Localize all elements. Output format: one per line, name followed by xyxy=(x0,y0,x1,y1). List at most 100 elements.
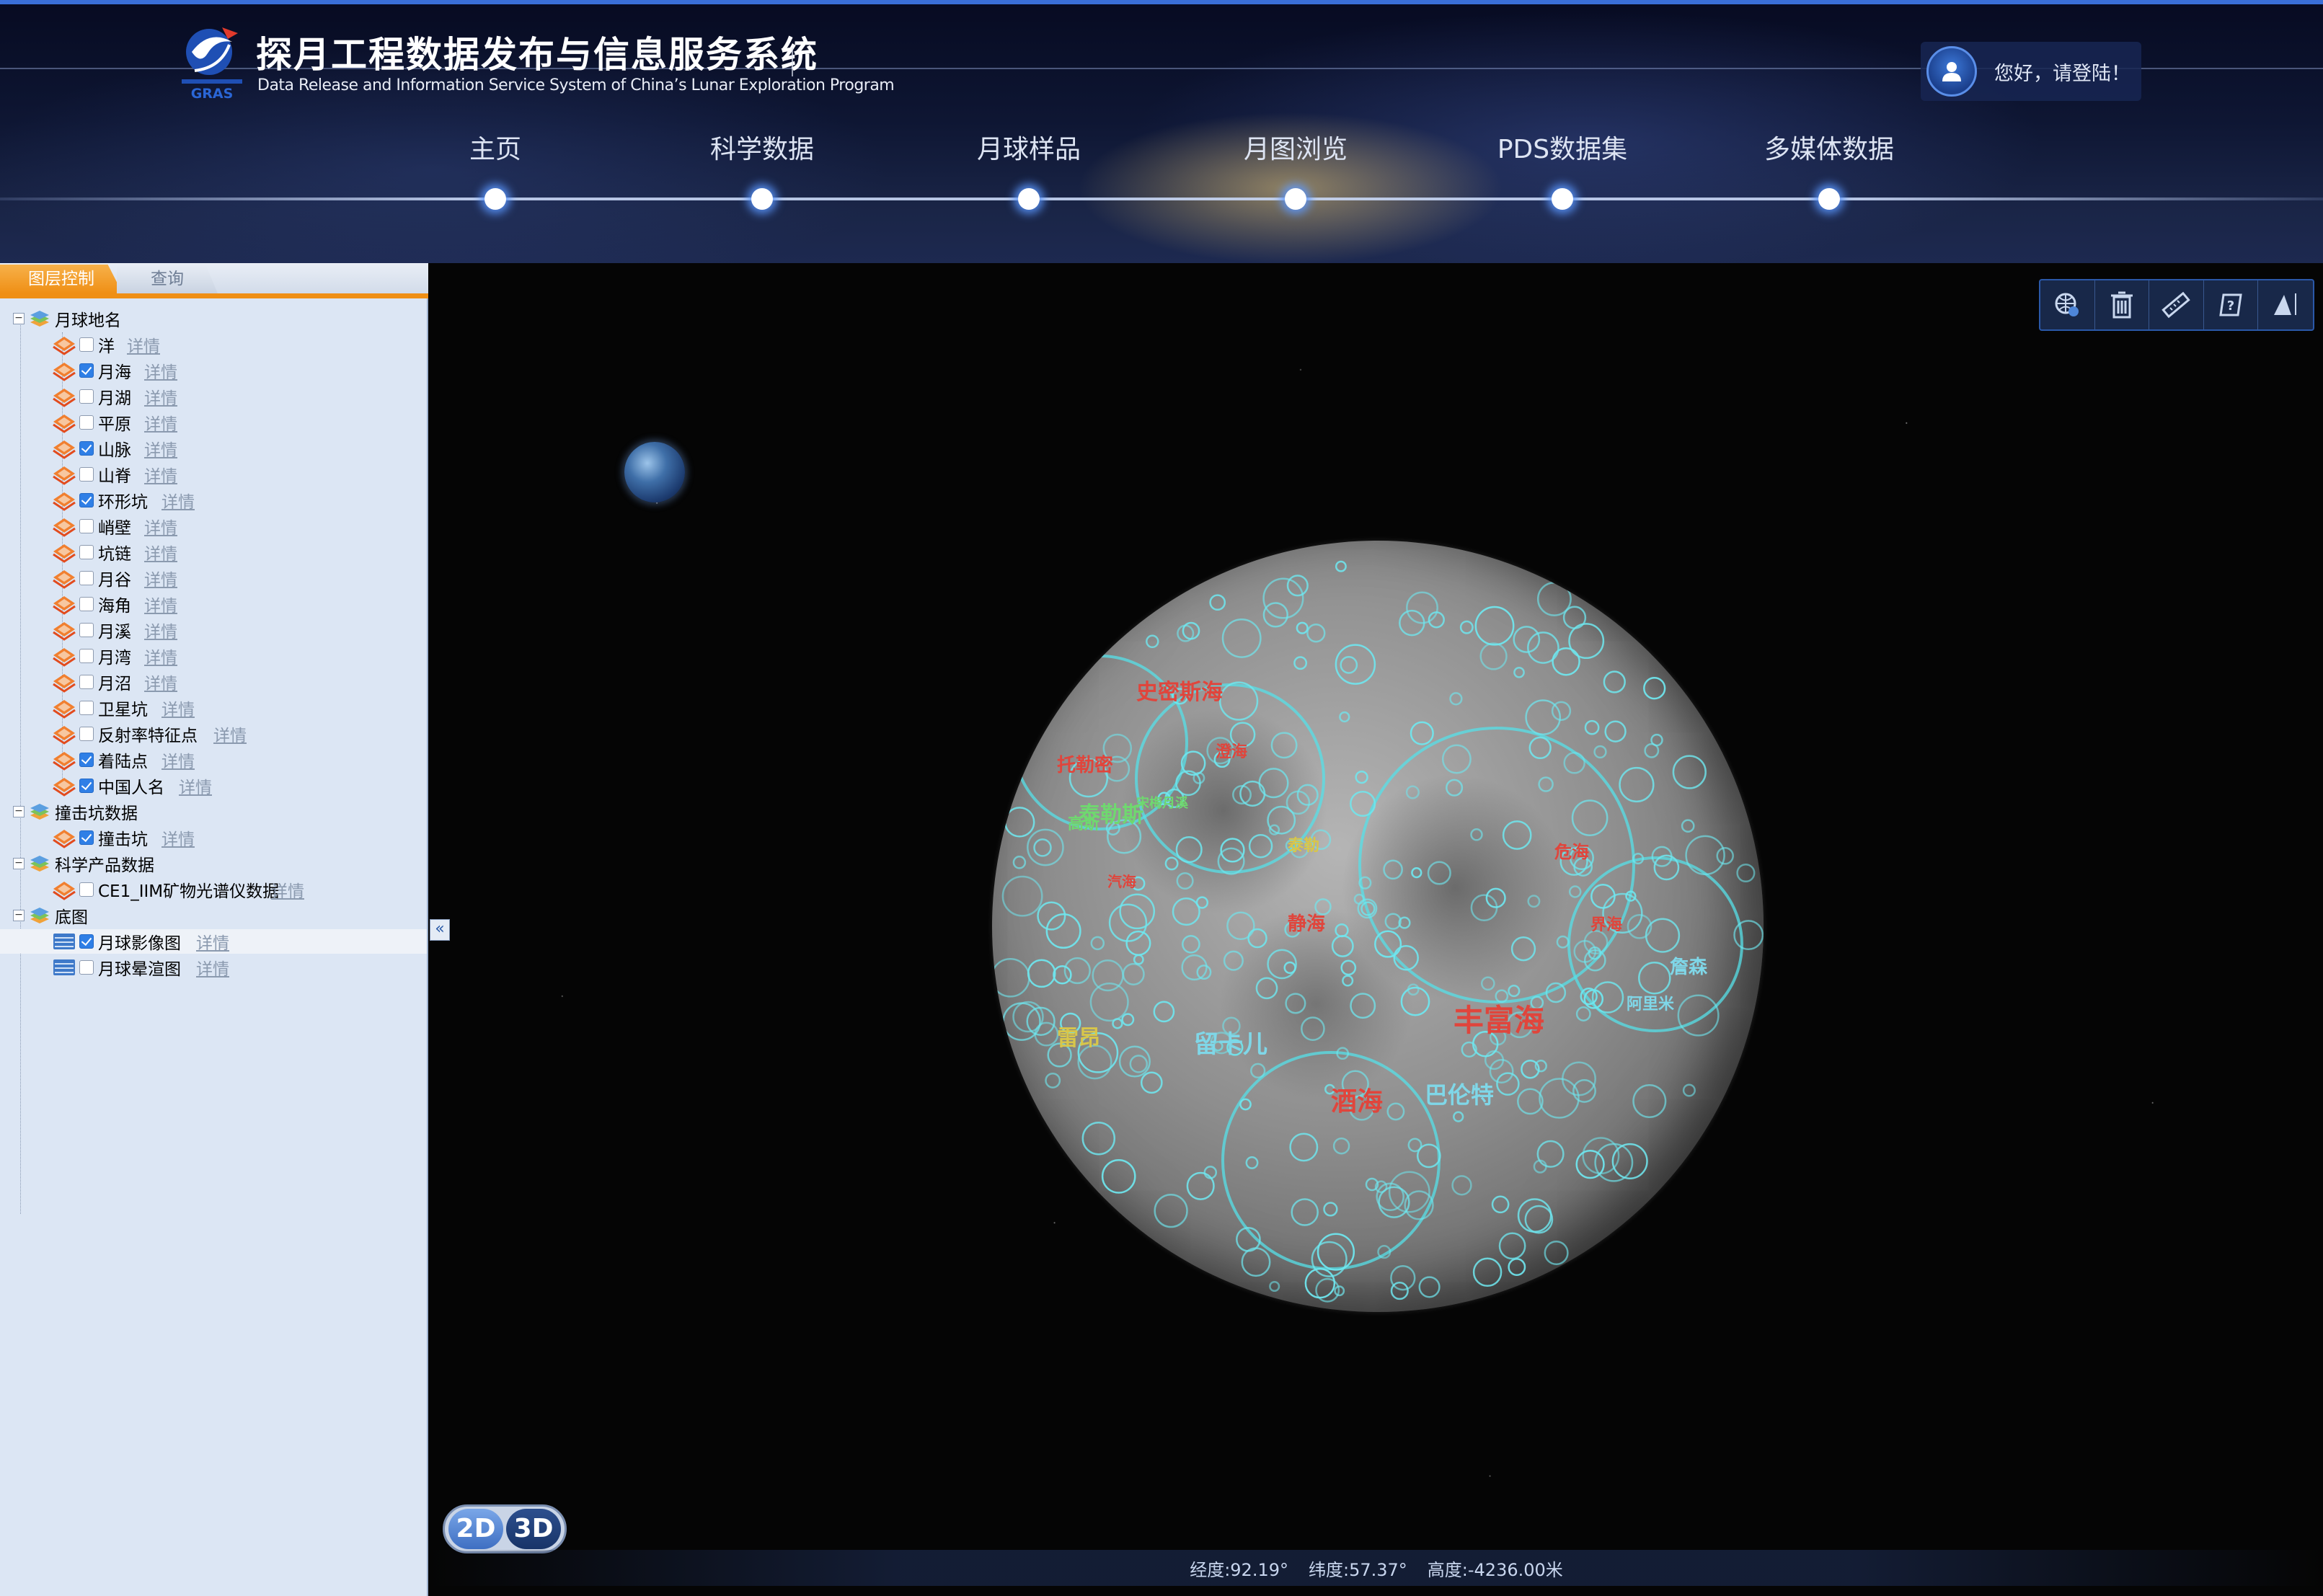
help-icon[interactable]: ? xyxy=(2204,280,2259,329)
layer-detail-link[interactable]: 详情 xyxy=(144,358,177,383)
layer-label[interactable]: 月溪 xyxy=(98,618,131,642)
crater-outline[interactable] xyxy=(1153,1001,1175,1023)
crater-outline[interactable] xyxy=(1644,742,1660,758)
crater-outline[interactable] xyxy=(1255,977,1278,1000)
layer-visibility-checkbox[interactable] xyxy=(79,441,94,456)
crater-outline[interactable] xyxy=(1685,835,1725,876)
moon-feature-label[interactable]: 巴伦特 xyxy=(1425,1081,1494,1109)
crater-outline[interactable] xyxy=(1296,621,1309,634)
crater-outline[interactable] xyxy=(1335,923,1349,938)
crater-outline[interactable] xyxy=(1513,666,1525,678)
crater-outline[interactable] xyxy=(1682,1083,1696,1097)
crater-outline[interactable] xyxy=(1176,872,1194,890)
layer-label[interactable]: 峭壁 xyxy=(98,514,131,538)
crater-outline[interactable] xyxy=(1045,1072,1061,1089)
crater-outline[interactable] xyxy=(992,957,1030,998)
layer-detail-link[interactable]: 详情 xyxy=(144,436,177,461)
crater-outline[interactable] xyxy=(1539,1078,1580,1119)
tree-layer-item[interactable]: 卫星坑 详情 xyxy=(0,696,427,720)
crater-outline[interactable] xyxy=(1112,1018,1123,1029)
layer-detail-link[interactable]: 详情 xyxy=(144,410,177,435)
crater-outline[interactable] xyxy=(1001,875,1043,917)
crater-outline[interactable] xyxy=(1301,1016,1325,1041)
crater-outline[interactable] xyxy=(1258,768,1289,799)
collapse-panel-button[interactable]: « xyxy=(430,919,450,941)
crater-outline[interactable] xyxy=(1323,1202,1338,1217)
crater-outline[interactable] xyxy=(1418,1276,1441,1298)
tab-layer-control[interactable]: 图层控制 xyxy=(0,265,123,293)
layer-visibility-checkbox[interactable] xyxy=(79,519,94,533)
crater-outline[interactable] xyxy=(1446,779,1464,797)
crater-outline[interactable] xyxy=(1317,1233,1355,1271)
crater-outline[interactable] xyxy=(1053,965,1072,985)
tree-layer-item[interactable]: 月海 详情 xyxy=(0,358,427,383)
cnsa-logo[interactable]: GRAS xyxy=(179,23,245,104)
crater-outline[interactable] xyxy=(1122,962,1145,985)
crater-outline[interactable] xyxy=(1129,1055,1149,1073)
layer-label[interactable]: 中国人名 xyxy=(98,773,164,798)
crater-outline[interactable] xyxy=(1339,711,1350,723)
crater-outline[interactable] xyxy=(1677,994,1720,1037)
crater-outline[interactable] xyxy=(1004,807,1035,838)
crater-outline[interactable] xyxy=(1534,1060,1547,1073)
crater-outline[interactable] xyxy=(1355,770,1368,784)
layer-label[interactable]: 山脊 xyxy=(98,462,131,487)
moon-feature-label[interactable]: 泰勒 xyxy=(1287,837,1319,855)
tree-group-label[interactable]: 月球地名 xyxy=(55,306,121,331)
tree-layer-item[interactable]: 月谷 详情 xyxy=(0,566,427,590)
crater-outline[interactable] xyxy=(1133,954,1144,965)
crater-outline[interactable] xyxy=(1390,1265,1416,1291)
crater-outline[interactable] xyxy=(1451,1175,1472,1196)
crater-outline[interactable] xyxy=(1480,976,1495,991)
crater-outline[interactable] xyxy=(1594,1143,1634,1182)
crater-outline[interactable] xyxy=(1386,1102,1405,1121)
crater-outline[interactable] xyxy=(1092,959,1124,992)
crater-outline[interactable] xyxy=(1209,594,1226,611)
tree-expand-toggle[interactable]: − xyxy=(13,858,25,869)
crater-outline[interactable] xyxy=(1186,1171,1215,1200)
crater-outline[interactable] xyxy=(1269,1280,1280,1293)
crater-outline[interactable] xyxy=(1470,828,1483,841)
tree-layer-item[interactable]: 山脊 详情 xyxy=(0,462,427,487)
crater-outline[interactable] xyxy=(1590,884,1616,909)
moon-feature-label[interactable]: 宋梅月溪 xyxy=(1136,795,1189,811)
tree-layer-item[interactable]: 平原 详情 xyxy=(0,410,427,435)
crater-outline[interactable] xyxy=(1400,986,1430,1016)
layer-detail-link[interactable]: 详情 xyxy=(196,929,229,954)
crater-outline[interactable] xyxy=(1081,1121,1116,1156)
layer-label[interactable]: 平原 xyxy=(98,410,131,435)
crater-outline[interactable] xyxy=(1306,624,1326,643)
layer-label[interactable]: 洋 xyxy=(98,332,115,357)
moon-feature-label[interactable]: 危海 xyxy=(1554,842,1589,862)
crater-outline[interactable] xyxy=(1453,1111,1464,1122)
crater-outline[interactable] xyxy=(1495,989,1509,1003)
crater-outline[interactable] xyxy=(1342,975,1354,987)
crater-outline[interactable] xyxy=(1335,644,1376,685)
layer-detail-link[interactable]: 详情 xyxy=(144,514,177,538)
tab-query[interactable]: 查询 xyxy=(117,265,218,293)
crater-outline[interactable] xyxy=(1181,954,1208,981)
layer-label[interactable]: 坑链 xyxy=(98,540,131,564)
crater-outline[interactable] xyxy=(1314,898,1332,916)
map-view[interactable]: « 丰富海 酒海 静海 危海 界海 汽海 澄海 史密斯海 托勒密 泰勒斯 高斯 宋梅月溪 泰勒 雷昂 留卡儿… xyxy=(430,263,2323,1596)
layer-label[interactable]: 卫星坑 xyxy=(98,696,148,720)
moon-feature-label[interactable]: 史密斯海 xyxy=(1136,680,1223,705)
crater-outline[interactable] xyxy=(1527,895,1541,908)
crater-outline[interactable] xyxy=(1575,1006,1591,1021)
crater-outline[interactable] xyxy=(1140,1071,1163,1094)
moon-feature-label[interactable]: 雷昂 xyxy=(1057,1026,1100,1051)
nav-lunar-map[interactable]: 月图浏览 xyxy=(1187,128,1404,166)
crater-outline[interactable] xyxy=(1390,1282,1409,1300)
crater-outline[interactable] xyxy=(1177,624,1195,642)
crater-outline[interactable] xyxy=(1496,1072,1520,1096)
layer-detail-link[interactable]: 详情 xyxy=(144,566,177,590)
crater-outline[interactable] xyxy=(1406,591,1438,624)
trash-icon[interactable] xyxy=(2095,280,2150,329)
tree-group-label[interactable]: 科学产品数据 xyxy=(55,851,154,876)
layer-visibility-checkbox[interactable] xyxy=(79,934,94,949)
crater-outline[interactable] xyxy=(1245,1156,1259,1169)
crater-outline[interactable] xyxy=(1449,692,1463,706)
crater-outline[interactable] xyxy=(1517,1088,1544,1115)
crater-outline[interactable] xyxy=(1119,893,1156,930)
crater-outline[interactable] xyxy=(1296,784,1319,806)
